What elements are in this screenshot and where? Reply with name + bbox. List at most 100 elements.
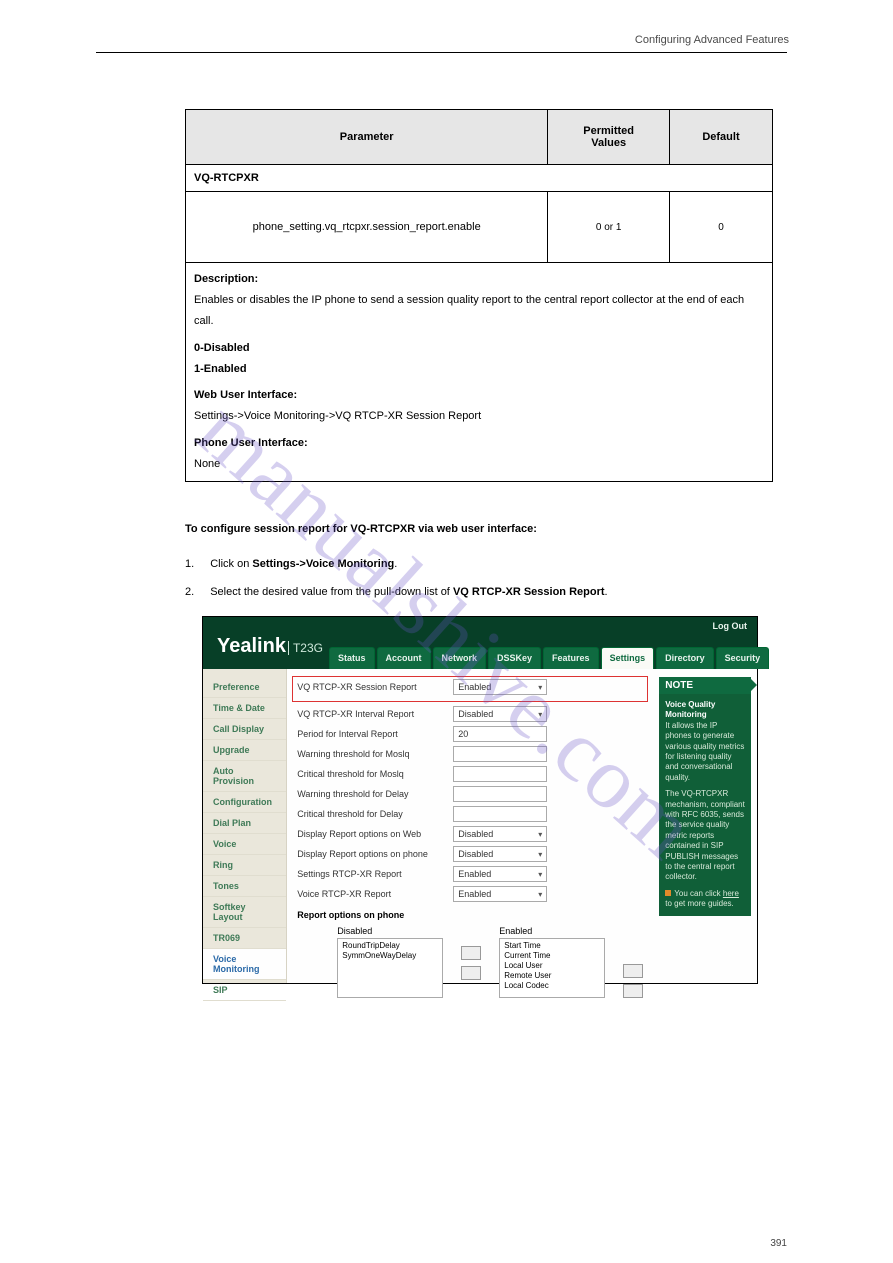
step-2-field: VQ RTCP-XR Session Report: [453, 586, 605, 598]
note-panel: NOTE Voice Quality Monitoring It allows …: [653, 669, 757, 983]
lbl-warn-delay: Warning threshold for Delay: [297, 789, 447, 799]
brand-logo: YealinkT23G: [217, 635, 323, 658]
step-1-text-b: .: [394, 558, 397, 570]
topbar: YealinkT23G Log Out Status Account Netwo…: [203, 617, 757, 669]
disabled-item-1[interactable]: SymmOneWayDelay: [342, 951, 438, 961]
logout-link[interactable]: Log Out: [713, 621, 748, 631]
pui-value: None: [194, 454, 764, 475]
section-vq-rtcpxr: VQ-RTCPXR: [186, 165, 773, 192]
step-2-num: 2.: [185, 583, 194, 602]
screenshot: YealinkT23G Log Out Status Account Netwo…: [202, 616, 758, 984]
page-number: 391: [770, 1238, 787, 1249]
tab-account[interactable]: Account: [377, 647, 431, 669]
nav-sip[interactable]: SIP: [203, 980, 286, 1001]
enabled-item-4[interactable]: Local Codec: [504, 981, 600, 991]
enabled-header: Enabled: [499, 926, 605, 936]
move-left-button[interactable]: [461, 966, 481, 980]
sel-settings-rtcp[interactable]: Enabled: [453, 866, 547, 882]
step-1-text-a: Click on: [210, 558, 252, 570]
lbl-disp-phone: Display Report options on phone: [297, 849, 447, 859]
description-label: Description:: [194, 273, 258, 285]
note-p2: The VQ-RTCPXR mechanism, compliant with …: [665, 789, 745, 881]
tab-network[interactable]: Network: [433, 647, 487, 669]
move-up-button[interactable]: [623, 964, 643, 978]
note-title: NOTE: [659, 677, 751, 694]
left-nav: Preference Time & Date Call Display Upgr…: [203, 669, 287, 983]
step-2-text-b: .: [605, 586, 608, 598]
tab-security[interactable]: Security: [716, 647, 770, 669]
move-down-button[interactable]: [623, 984, 643, 998]
nav-dial-plan[interactable]: Dial Plan: [203, 813, 286, 834]
txt-crit-delay[interactable]: [453, 806, 547, 822]
description-body: Enables or disables the IP phone to send…: [194, 290, 764, 332]
nav-tr069[interactable]: TR069: [203, 928, 286, 949]
note-h1: Voice Quality Monitoring: [665, 700, 715, 719]
enabled-item-3[interactable]: Remote User: [504, 971, 600, 981]
sel-session-report[interactable]: Enabled: [453, 679, 547, 695]
report-options-title: Report options on phone: [297, 910, 643, 920]
lbl-voice-rtcp: Voice RTCP-XR Report: [297, 889, 447, 899]
tab-directory[interactable]: Directory: [656, 647, 714, 669]
step-1-nav: Settings->Voice Monitoring: [252, 558, 394, 570]
highlight-box: VQ RTCP-XR Session Report Enabled: [292, 676, 648, 702]
enabled-item-2[interactable]: Local User: [504, 961, 600, 971]
nav-upgrade[interactable]: Upgrade: [203, 740, 286, 761]
disabled-item-0[interactable]: RoundTripDelay: [342, 941, 438, 951]
bullet-icon: [665, 890, 671, 896]
disabled-list[interactable]: RoundTripDelay SymmOneWayDelay: [337, 938, 443, 998]
lbl-settings-rtcp: Settings RTCP-XR Report: [297, 869, 447, 879]
nav-softkey-layout[interactable]: Softkey Layout: [203, 897, 286, 928]
running-header: Configuring Advanced Features: [0, 34, 893, 52]
sel-disp-phone[interactable]: Disabled: [453, 846, 547, 862]
enabled-item-0[interactable]: Start Time: [504, 941, 600, 951]
lbl-crit-delay: Critical threshold for Delay: [297, 809, 447, 819]
note-p3b: to get more guides.: [665, 899, 733, 908]
tab-dsskey[interactable]: DSSKey: [488, 647, 541, 669]
nav-auto-provision[interactable]: Auto Provision: [203, 761, 286, 792]
lbl-warn-moslq: Warning threshold for Moslq: [297, 749, 447, 759]
value-0: 0-Disabled: [194, 342, 250, 354]
nav-call-display[interactable]: Call Display: [203, 719, 286, 740]
pui-label: Phone User Interface:: [194, 437, 308, 449]
sel-voice-rtcp[interactable]: Enabled: [453, 886, 547, 902]
parameter-table: Parameter Permitted Values Default VQ-RT…: [185, 109, 773, 482]
model-label: T23G: [288, 641, 323, 655]
step-1-num: 1.: [185, 555, 194, 574]
tab-settings[interactable]: Settings: [601, 647, 655, 669]
cell-default: 0: [669, 192, 772, 263]
nav-preference[interactable]: Preference: [203, 677, 286, 698]
lbl-crit-moslq: Critical threshold for Moslq: [297, 769, 447, 779]
txt-period[interactable]: 20: [453, 726, 547, 742]
txt-crit-moslq[interactable]: [453, 766, 547, 782]
lbl-period: Period for Interval Report: [297, 729, 447, 739]
sel-disp-web[interactable]: Disabled: [453, 826, 547, 842]
top-tabs: Status Account Network DSSKey Features S…: [329, 647, 769, 669]
value-1: 1-Enabled: [194, 363, 247, 375]
txt-warn-delay[interactable]: [453, 786, 547, 802]
enabled-item-1[interactable]: Current Time: [504, 951, 600, 961]
header-rule: [96, 52, 787, 53]
nav-configuration[interactable]: Configuration: [203, 792, 286, 813]
move-right-button[interactable]: [461, 946, 481, 960]
procedure-heading: To configure session report for VQ-RTCPX…: [185, 520, 773, 539]
nav-ring[interactable]: Ring: [203, 855, 286, 876]
th-default: Default: [669, 110, 772, 165]
step-2-text-a: Select the desired value from the pull-d…: [210, 586, 453, 598]
tab-status[interactable]: Status: [329, 647, 375, 669]
cell-param-name: phone_setting.vq_rtcpxr.session_report.e…: [186, 192, 548, 263]
wui-path: Settings->Voice Monitoring->VQ RTCP-XR S…: [194, 406, 764, 427]
form-area: VQ RTCP-XR Session Report Enabled VQ RTC…: [287, 669, 653, 983]
nav-voice[interactable]: Voice: [203, 834, 286, 855]
note-here-link[interactable]: here: [723, 889, 739, 898]
enabled-list[interactable]: Start Time Current Time Local User Remot…: [499, 938, 605, 998]
nav-tones[interactable]: Tones: [203, 876, 286, 897]
txt-warn-moslq[interactable]: [453, 746, 547, 762]
cell-permitted-values: 0 or 1: [548, 192, 670, 263]
tab-features[interactable]: Features: [543, 647, 599, 669]
nav-voice-monitoring[interactable]: Voice Monitoring: [203, 949, 286, 980]
nav-time-date[interactable]: Time & Date: [203, 698, 286, 719]
note-p3a: You can click: [674, 889, 723, 898]
sel-interval-report[interactable]: Disabled: [453, 706, 547, 722]
body-text: To configure session report for VQ-RTCPX…: [185, 520, 773, 602]
lbl-interval-report: VQ RTCP-XR Interval Report: [297, 709, 447, 719]
